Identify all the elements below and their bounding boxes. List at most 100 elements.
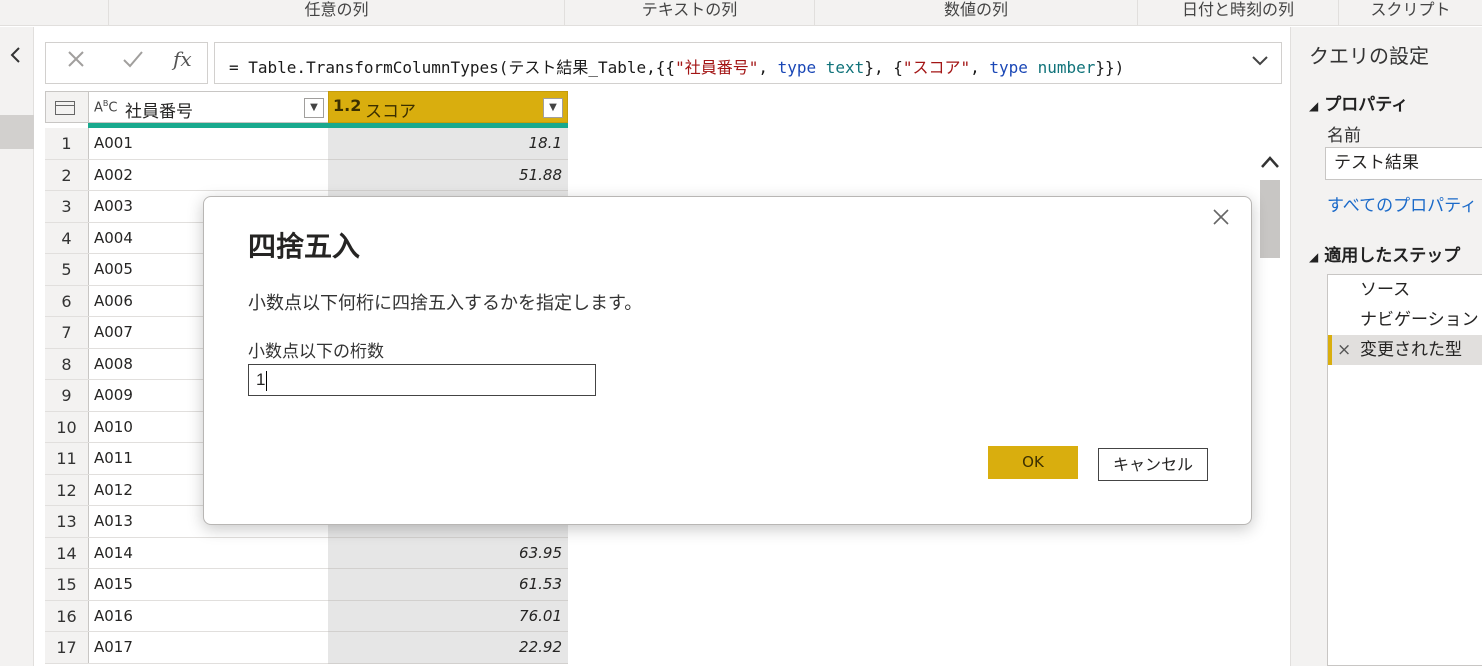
queries-pane-collapsed <box>0 27 34 666</box>
query-name-input[interactable]: テスト結果 <box>1325 147 1482 180</box>
close-icon[interactable] <box>1211 205 1231 233</box>
cell-score[interactable]: 22.92 <box>328 632 568 664</box>
step-source[interactable]: ソース <box>1328 275 1482 305</box>
row-number[interactable]: 3 <box>45 191 89 223</box>
row-number[interactable]: 7 <box>45 317 89 349</box>
table-row: 16 A016 76.01 <box>45 600 568 632</box>
formula-token: type <box>777 58 817 77</box>
table-row: 14 A014 63.95 <box>45 537 568 569</box>
filter-dropdown-icon[interactable]: ▼ <box>543 98 563 118</box>
scroll-up-icon[interactable] <box>1260 150 1280 174</box>
cell-employee-id[interactable]: A001 <box>88 128 329 160</box>
ribbon-group-datetime-column: 日付と時刻の列 <box>1137 0 1338 26</box>
chevron-down-icon[interactable] <box>1251 51 1269 72</box>
cell-employee-id[interactable]: A016 <box>88 600 329 632</box>
formula-token: number <box>1037 58 1096 77</box>
cancel-formula-icon[interactable] <box>66 49 86 75</box>
column-header-label: 社員番号 <box>125 102 193 122</box>
query-settings-title: クエリの設定 <box>1309 44 1429 68</box>
formula-token: = Table.TransformColumnTypes(テスト結果_Table… <box>229 58 676 77</box>
collapse-triangle-icon[interactable]: ◢ <box>1309 250 1318 264</box>
row-number[interactable]: 17 <box>45 632 89 664</box>
decimal-places-input[interactable]: 1 <box>248 364 596 396</box>
row-number[interactable]: 14 <box>45 537 89 569</box>
ribbon-group-number-column: 数値の列 <box>814 0 1137 26</box>
cell-score[interactable]: 61.53 <box>328 569 568 601</box>
formula-bar[interactable]: = Table.TransformColumnTypes(テスト結果_Table… <box>214 42 1282 84</box>
formula-token: }, { <box>864 58 903 77</box>
row-number[interactable]: 9 <box>45 380 89 412</box>
selected-query-indicator[interactable] <box>0 115 34 149</box>
column-header-label: スコア <box>365 102 416 122</box>
row-number[interactable]: 15 <box>45 569 89 601</box>
ribbon-group-text-column: テキストの列 <box>564 0 814 26</box>
formula-buttons: fx <box>45 42 208 84</box>
table-row: 17 A017 22.92 <box>45 632 568 664</box>
decimal-places-label: 小数点以下の桁数 <box>248 342 384 362</box>
cell-score[interactable]: 18.1 <box>328 128 568 160</box>
cell-score[interactable]: 51.88 <box>328 159 568 191</box>
cell-score[interactable]: 76.01 <box>328 600 568 632</box>
formula-text[interactable]: = Table.TransformColumnTypes(テスト結果_Table… <box>229 54 1124 78</box>
text-type-icon[interactable]: ABC <box>94 99 117 115</box>
formula-token: text <box>825 58 865 77</box>
scrollbar-thumb[interactable] <box>1260 180 1280 258</box>
table-row: 2 A002 51.88 <box>45 159 568 191</box>
decimal-type-icon[interactable]: 1.2 <box>333 96 361 115</box>
ribbon-group-labels: 任意の列 テキストの列 数値の列 日付と時刻の列 スクリプト <box>0 0 1482 26</box>
properties-section-header[interactable]: ◢ プロパティ <box>1309 90 1408 115</box>
formula-token: type <box>989 58 1028 77</box>
column-header-score[interactable]: 1.2 スコア ▼ <box>328 91 568 123</box>
column-header-employee-id[interactable]: ABC 社員番号 ▼ <box>88 91 329 123</box>
cell-employee-id[interactable]: A017 <box>88 632 329 664</box>
row-number[interactable]: 10 <box>45 411 89 443</box>
formula-token: }}) <box>1095 58 1125 77</box>
cell-employee-id[interactable]: A015 <box>88 569 329 601</box>
formula-token <box>1028 58 1038 77</box>
formula-token: , <box>970 58 990 77</box>
cell-employee-id[interactable]: A002 <box>88 159 329 191</box>
fx-icon[interactable]: fx <box>173 47 192 71</box>
step-changed-type[interactable]: × 変更された型 <box>1328 335 1482 365</box>
table-menu-button[interactable] <box>45 91 89 123</box>
collapse-triangle-icon[interactable]: ◢ <box>1309 99 1318 113</box>
row-number[interactable]: 2 <box>45 159 89 191</box>
table-icon <box>55 101 75 115</box>
cell-score[interactable]: 63.95 <box>328 537 568 569</box>
commit-formula-icon[interactable] <box>122 49 144 75</box>
row-number[interactable]: 16 <box>45 600 89 632</box>
chevron-left-icon[interactable] <box>9 45 21 69</box>
text-cursor <box>266 370 268 391</box>
row-number[interactable]: 6 <box>45 285 89 317</box>
ok-button[interactable]: OK <box>988 446 1078 479</box>
cancel-button[interactable]: キャンセル <box>1098 448 1208 481</box>
row-number[interactable]: 13 <box>45 506 89 538</box>
applied-steps-list: ソース ナビゲーション × 変更された型 <box>1327 274 1482 666</box>
row-number[interactable]: 1 <box>45 128 89 160</box>
table-row: 1 A001 18.1 <box>45 128 568 160</box>
all-properties-link[interactable]: すべてのプロパティ <box>1327 191 1477 216</box>
vertical-scrollbar[interactable] <box>1258 150 1282 666</box>
step-navigation[interactable]: ナビゲーション <box>1328 305 1482 335</box>
delete-step-icon[interactable]: × <box>1337 335 1351 365</box>
applied-steps-section-header[interactable]: ◢ 適用したステップ <box>1309 241 1460 266</box>
name-label: 名前 <box>1327 126 1361 146</box>
formula-token: "スコア" <box>902 58 971 77</box>
ribbon-group-scripts: スクリプト <box>1338 0 1482 26</box>
table-row: 15 A015 61.53 <box>45 569 568 601</box>
query-settings-pane: クエリの設定 ◢ プロパティ 名前 テスト結果 すべてのプロパティ ◢ 適用したステ… <box>1290 27 1482 666</box>
dialog-title: 四捨五入 <box>248 230 361 263</box>
row-number[interactable]: 12 <box>45 474 89 506</box>
dialog-description: 小数点以下何桁に四捨五入するかを指定します。 <box>248 293 643 314</box>
cell-employee-id[interactable]: A014 <box>88 537 329 569</box>
filter-dropdown-icon[interactable]: ▼ <box>304 98 324 118</box>
row-number[interactable]: 11 <box>45 443 89 475</box>
round-dialog: 四捨五入 小数点以下何桁に四捨五入するかを指定します。 小数点以下の桁数 1 O… <box>203 196 1252 525</box>
row-number[interactable]: 8 <box>45 348 89 380</box>
formula-token: "社員番号" <box>675 58 759 77</box>
formula-token <box>816 58 826 77</box>
row-number[interactable]: 5 <box>45 254 89 286</box>
formula-token: , <box>758 58 778 77</box>
ribbon-group-any-column: 任意の列 <box>108 0 564 26</box>
row-number[interactable]: 4 <box>45 222 89 254</box>
